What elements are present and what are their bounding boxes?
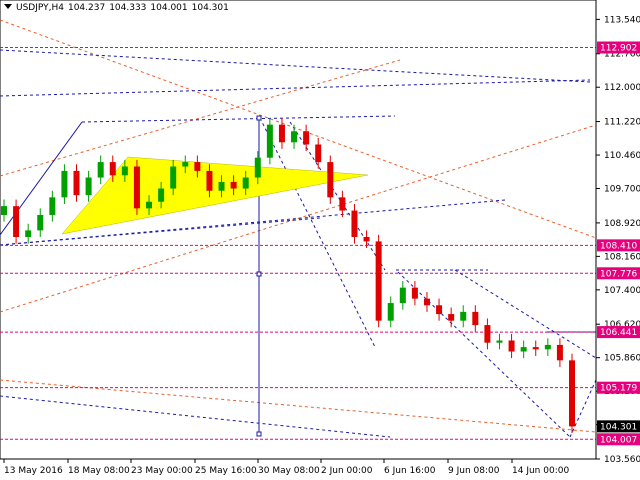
candle-body (194, 162, 201, 171)
y-tick-label: 105.860 (604, 354, 640, 364)
price-chart[interactable]: 113.540112.760112.000111.220110.460109.7… (0, 0, 640, 480)
y-tick-label: 109.700 (604, 185, 640, 195)
y-tick-label: 111.220 (604, 118, 640, 128)
current-price-label: 104.301 (600, 422, 637, 432)
y-tick-label: 103.560 (604, 455, 640, 465)
candle-body (266, 124, 273, 158)
candle-body (254, 157, 261, 178)
candle-body (85, 177, 92, 196)
candle-body (315, 144, 322, 163)
candle-body (351, 210, 358, 237)
y-tick-label: 112.000 (604, 83, 640, 93)
candle-body (436, 305, 443, 315)
candle-body (230, 181, 237, 189)
y-tick-label: 107.400 (604, 286, 640, 296)
low-value: 104.001 (150, 3, 188, 13)
price-axis: 113.540112.760112.000111.220110.460109.7… (595, 0, 640, 465)
candle-body (206, 170, 213, 191)
candle-body (423, 298, 430, 306)
level-label-text: 106.441 (600, 328, 637, 338)
level-label-text: 105.179 (600, 384, 637, 394)
y-tick-label: 110.460 (604, 151, 640, 161)
candle-body (544, 344, 551, 350)
candle-body (109, 162, 116, 176)
dropdown-triangle-icon[interactable] (4, 4, 12, 9)
candle-body (25, 230, 32, 237)
candle-body (218, 181, 225, 191)
candle-body (73, 170, 80, 196)
candle-body (1, 206, 7, 215)
candle-body (556, 344, 563, 361)
open-value: 104.237 (67, 3, 106, 13)
plot-area[interactable] (0, 0, 597, 460)
candle-body (121, 166, 128, 176)
candle-body (484, 325, 491, 343)
x-tick-label: 6 Jun 16:00 (384, 466, 436, 476)
y-tick-label: 113.540 (604, 15, 640, 25)
x-tick-label: 2 Jun 00:00 (321, 466, 373, 476)
candle-body (472, 311, 479, 326)
x-tick-label: 18 May 08:00 (68, 466, 130, 476)
candle-body (569, 360, 575, 427)
projection-marker-top[interactable] (256, 115, 262, 121)
candle-body (327, 162, 334, 198)
time-axis: 13 May 2016 18 May 08:00 23 May 00:00 25 Ma… (3, 459, 569, 476)
candle-body (520, 347, 527, 352)
candle-body (339, 197, 346, 211)
candle-body (61, 170, 68, 198)
x-tick-label: 23 May 00:00 (131, 466, 193, 476)
candle-body (242, 177, 249, 189)
candle-body (278, 124, 285, 143)
candle-body (170, 166, 177, 189)
candle-body (13, 206, 20, 237)
candle-body (37, 214, 44, 231)
candle-body (158, 188, 165, 202)
candle-body (508, 340, 515, 352)
projection-marker-mid[interactable] (256, 271, 262, 277)
close-value: 104.301 (191, 3, 229, 13)
candle-body (97, 162, 104, 178)
projection-marker-bottom[interactable] (256, 431, 262, 437)
x-tick-label: 13 May 2016 (4, 466, 63, 476)
candle-body (133, 166, 140, 209)
chart-header: USDJPY,H4 104.237 104.333 104.001 104.301 (4, 3, 233, 13)
candle-body (532, 347, 539, 350)
level-label-text: 108.410 (600, 241, 637, 251)
y-tick-label: 108.160 (604, 252, 640, 262)
symbol-label: USDJPY,H4 (16, 3, 64, 13)
candle-body (448, 314, 455, 321)
level-label-text: 107.776 (600, 269, 637, 279)
candle-body (49, 197, 56, 215)
candle-body (399, 287, 406, 304)
x-tick-label: 9 Jun 08:00 (448, 466, 500, 476)
candle-body (291, 131, 298, 143)
candle-body (496, 340, 503, 343)
high-value: 104.333 (109, 3, 147, 13)
x-tick-label: 14 Jun 00:00 (512, 466, 569, 476)
candle-body (182, 162, 189, 167)
candle-body (411, 287, 418, 299)
candle-body (460, 311, 467, 321)
level-labels: 112.902 108.410 107.776 106.441 105.179 104.0… (597, 41, 640, 446)
x-tick-label: 30 May 08:00 (258, 466, 320, 476)
y-tick-label: 108.920 (604, 219, 640, 229)
candle-body (146, 201, 153, 209)
candle-body (375, 241, 382, 321)
level-label-text: 112.902 (600, 43, 637, 53)
x-tick-label: 25 May 16:00 (195, 466, 257, 476)
candle-body (387, 303, 394, 321)
level-label-text: 104.007 (600, 435, 637, 445)
candle-body (303, 131, 310, 145)
candle-body (363, 236, 370, 242)
